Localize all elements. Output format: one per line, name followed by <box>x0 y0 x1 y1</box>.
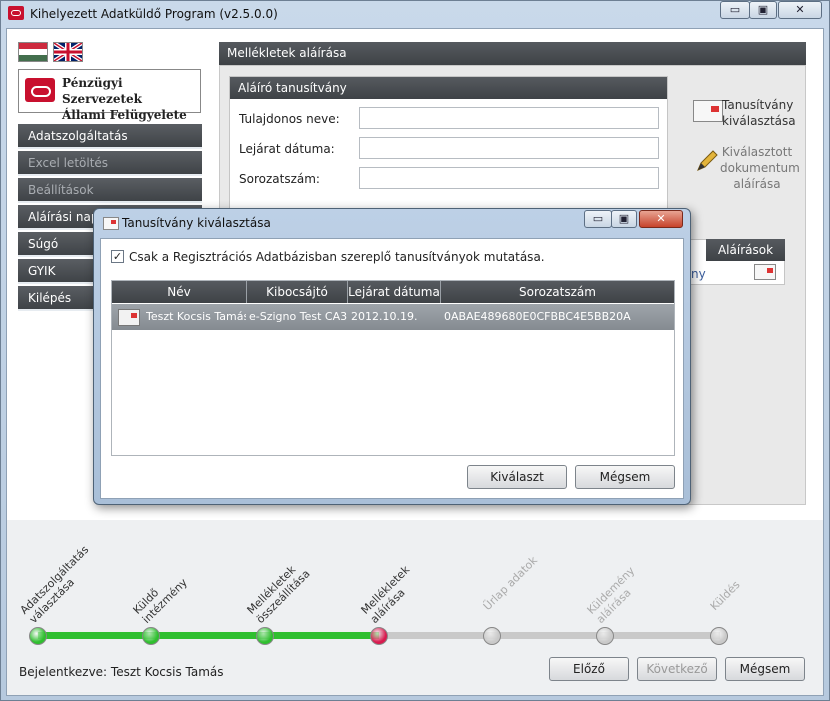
owner-name-label: Tulajdonos neve: <box>239 112 340 126</box>
progress-track-todo <box>379 632 720 639</box>
col-header-serial[interactable]: Sorozatszám <box>441 281 674 303</box>
step-dot <box>29 627 47 645</box>
uk-flag-icon[interactable] <box>53 42 83 62</box>
logo-line-1: Pénzügyi Szervezetek <box>62 76 142 106</box>
login-label: Bejelentkezve: <box>19 665 108 679</box>
nav-item-excel-letoltes[interactable]: Excel letöltés <box>18 151 202 176</box>
footer-cancel-button[interactable]: Mégsem <box>725 657 805 681</box>
hungarian-flag-icon[interactable] <box>18 42 48 62</box>
psza-logo: Pénzügyi Szervezetek Állami Felügyelete <box>18 69 201 122</box>
certificate-icon[interactable] <box>693 100 723 122</box>
nav-item-beallitasok[interactable]: Beállítások <box>18 178 202 203</box>
app-logo-icon <box>8 6 24 20</box>
dialog-title: Tanusítvány kiválasztása <box>122 216 271 230</box>
minimize-button[interactable]: ▭ <box>720 1 750 19</box>
step-dot <box>370 627 388 645</box>
step-dot <box>142 627 160 645</box>
choose-certificate-button[interactable]: Tanusítvány kiválasztása <box>722 97 796 129</box>
title-bar[interactable]: Kihelyezett Adatküldő Program (v2.5.0.0)… <box>0 0 830 28</box>
main-panel-title: Mellékletek aláírása <box>219 42 806 65</box>
cell-serial: 0ABAE489680E0CFBBC4E5BB20A <box>444 310 631 323</box>
psza-logo-icon <box>25 78 55 102</box>
signature-icon[interactable] <box>754 264 776 280</box>
serial-number-field[interactable] <box>359 167 659 189</box>
dialog-minimize-button[interactable]: ▭ <box>584 210 612 228</box>
table-row[interactable]: Teszt Kocsis Tamás e-Szigno Test CA3 201… <box>112 304 674 330</box>
col-header-issuer[interactable]: Kibocsájtó <box>247 281 348 303</box>
signer-panel-title: Aláíró tanusítvány <box>230 77 667 99</box>
dialog-cancel-button[interactable]: Mégsem <box>575 465 675 489</box>
logo-line-2: Állami Felügyelete <box>62 108 187 122</box>
registered-only-label[interactable]: Csak a Regisztrációs Adatbázisban szerep… <box>129 250 545 264</box>
progress-track-done <box>38 632 379 639</box>
wizard-steps <box>7 520 823 662</box>
table-cell-fragment: ny <box>691 267 706 281</box>
dialog-certificate-icon <box>103 217 119 230</box>
login-user: Teszt Kocsis Tamás <box>110 665 224 679</box>
step-dot <box>483 627 501 645</box>
expiry-date-label: Lejárat dátuma: <box>239 142 335 156</box>
close-button[interactable]: ✕ <box>778 1 822 19</box>
step-dot <box>596 627 614 645</box>
previous-button[interactable]: Előző <box>549 657 629 681</box>
col-header-name[interactable]: Név <box>112 281 247 303</box>
nav-item-adatszolgaltatas[interactable]: Adatszolgáltatás <box>18 124 202 149</box>
cell-issuer: e-Szigno Test CA3 <box>249 310 347 323</box>
next-button[interactable]: Következő <box>637 657 717 681</box>
dialog-client: ✓ Csak a Regisztrációs Adatbázisban szer… <box>100 238 684 499</box>
dialog-close-button[interactable]: ✕ <box>639 210 683 228</box>
certificate-grid: Név Kibocsájtó Lejárat dátuma Sorozatszá… <box>111 280 675 456</box>
step-dot <box>710 627 728 645</box>
window-title: Kihelyezett Adatküldő Program (v2.5.0.0) <box>30 7 278 21</box>
registered-only-checkbox[interactable]: ✓ <box>111 250 124 263</box>
maximize-button[interactable]: ▣ <box>749 1 777 19</box>
signatures-column-header[interactable]: Aláírások <box>706 239 785 261</box>
dialog-maximize-button[interactable]: ▣ <box>611 210 637 228</box>
step-dot <box>256 627 274 645</box>
select-button[interactable]: Kiválaszt <box>467 465 567 489</box>
serial-number-label: Sorozatszám: <box>239 172 320 186</box>
pen-icon[interactable] <box>694 148 720 174</box>
expiry-date-field[interactable] <box>359 137 659 159</box>
sign-selected-document-button[interactable]: Kiválasztott dokumentum aláírása <box>720 144 800 192</box>
cell-name: Teszt Kocsis Tamás <box>146 310 246 323</box>
certificate-select-dialog: Tanusítvány kiválasztása ▭ ▣ ✕ ✓ Csak a … <box>93 208 691 505</box>
owner-name-field[interactable] <box>359 107 659 129</box>
cell-expiry: 2012.10.19. <box>351 310 418 323</box>
signer-cert-panel: Aláíró tanusítvány Tulajdonos neve: Lejá… <box>229 76 668 212</box>
certificate-row-icon <box>118 309 140 326</box>
col-header-expiry[interactable]: Lejárat dátuma <box>348 281 441 303</box>
